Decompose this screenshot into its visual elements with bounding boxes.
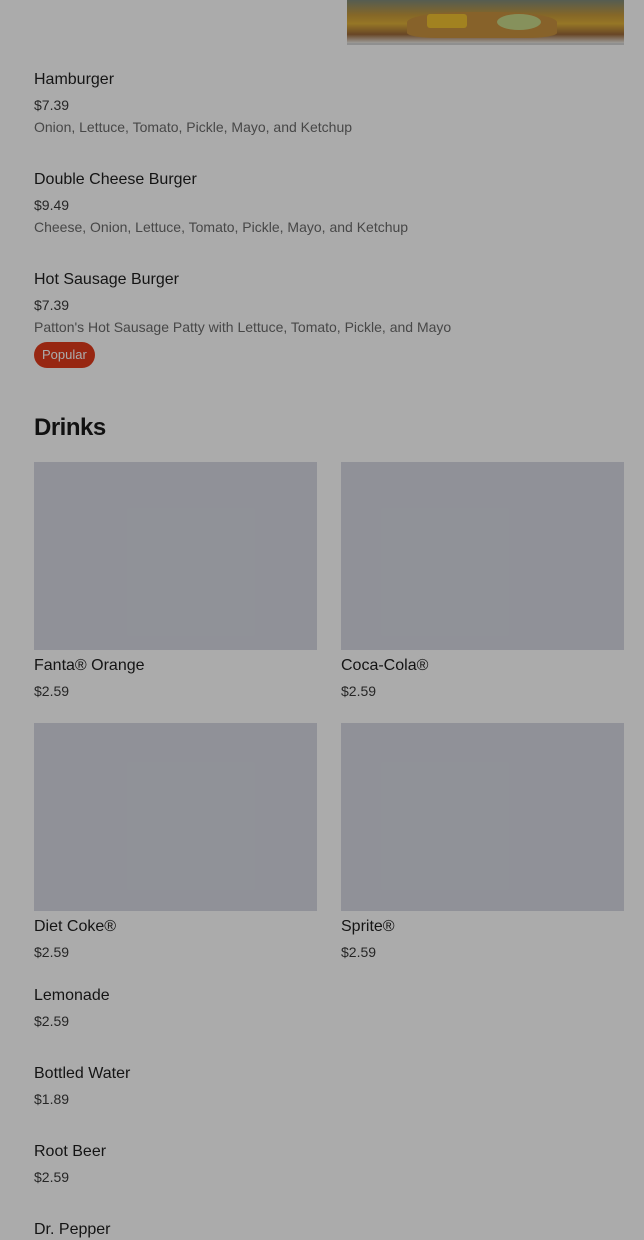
drink-price: $2.59: [341, 944, 377, 960]
burger-cheese-shape: [427, 14, 467, 28]
menu-item-hamburger[interactable]: Hamburger $7.39 Onion, Lettuce, Tomato, …: [34, 70, 352, 136]
drink-image-placeholder: [34, 462, 317, 650]
item-price: $9.49: [34, 197, 70, 213]
drink-name: Sprite®: [341, 918, 395, 935]
item-description: Onion, Lettuce, Tomato, Pickle, Mayo, an…: [34, 119, 353, 135]
drink-price: $2.59: [34, 683, 70, 699]
drink-name: Fanta® Orange: [34, 657, 145, 674]
item-name: Hamburger: [34, 71, 115, 88]
drink-name: Coca-Cola®: [341, 657, 429, 674]
menu-item-bottled-water[interactable]: Bottled Water $1.89: [34, 1064, 130, 1108]
item-price: $1.89: [34, 1091, 70, 1107]
menu-item-hot-sausage-burger[interactable]: Hot Sausage Burger $7.39 Patton's Hot Sa…: [34, 270, 451, 368]
item-price: $7.39: [34, 297, 70, 313]
item-description: Cheese, Onion, Lettuce, Tomato, Pickle, …: [34, 219, 409, 235]
drink-price: $2.59: [341, 683, 377, 699]
popular-badge: Popular: [34, 342, 95, 368]
drink-image-placeholder: [34, 723, 317, 911]
menu-item-dr-pepper[interactable]: Dr. Pepper: [34, 1220, 110, 1240]
drink-name: Diet Coke®: [34, 918, 117, 935]
drink-image-placeholder: [341, 723, 624, 911]
item-price: $7.39: [34, 97, 70, 113]
item-name: Hot Sausage Burger: [34, 271, 179, 288]
burger-photo[interactable]: [347, 0, 624, 45]
item-description: Patton's Hot Sausage Patty with Lettuce,…: [34, 319, 452, 335]
menu-item-double-cheese-burger[interactable]: Double Cheese Burger $9.49 Cheese, Onion…: [34, 170, 408, 236]
drink-image-placeholder: [341, 462, 624, 650]
burger-lettuce-shape: [497, 14, 541, 30]
item-name: Double Cheese Burger: [34, 171, 197, 188]
section-title-drinks: Drinks: [34, 414, 106, 441]
drink-price: $2.59: [34, 944, 70, 960]
item-name: Root Beer: [34, 1143, 107, 1160]
item-price: $2.59: [34, 1013, 70, 1029]
item-name: Bottled Water: [34, 1065, 131, 1082]
item-price: $2.59: [34, 1169, 70, 1185]
menu-item-lemonade[interactable]: Lemonade $2.59: [34, 986, 110, 1030]
item-name: Dr. Pepper: [34, 1221, 111, 1238]
item-name: Lemonade: [34, 987, 110, 1004]
menu-item-root-beer[interactable]: Root Beer $2.59: [34, 1142, 106, 1186]
